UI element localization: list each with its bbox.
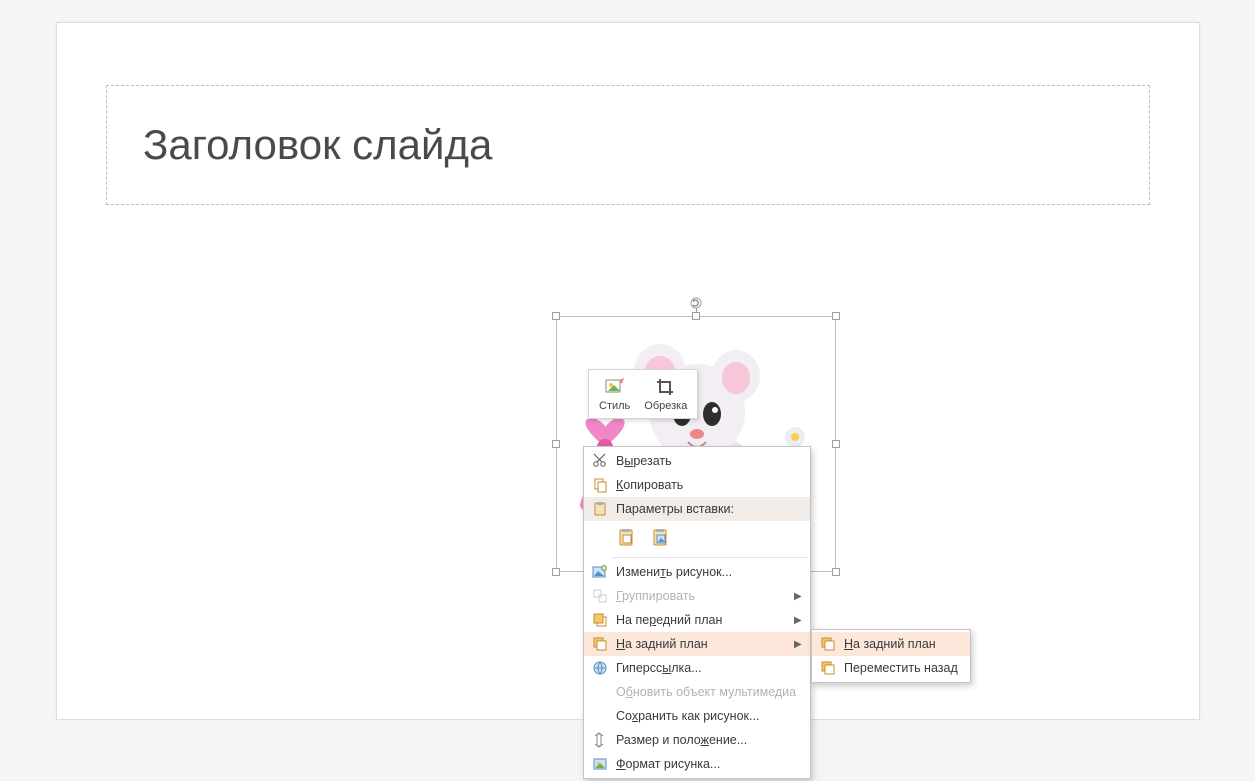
send-back-icon: [818, 635, 838, 653]
hyperlink-icon: [590, 659, 610, 677]
menu-cut[interactable]: Вырезать: [584, 449, 810, 473]
context-menu: Вырезать Копировать Параметры вставки: И…: [583, 446, 811, 779]
menu-save-as-picture[interactable]: Сохранить как рисунок...: [584, 704, 810, 728]
resize-handle-nw[interactable]: [552, 312, 560, 320]
send-back-icon: [590, 635, 610, 653]
submenu-arrow-icon: ▶: [794, 639, 804, 650]
resize-handle-w[interactable]: [552, 440, 560, 448]
mini-toolbar: Стиль Обрезка: [588, 369, 698, 419]
style-button[interactable]: Стиль: [595, 374, 634, 414]
submenu-send-backward[interactable]: Переместить назад: [812, 656, 970, 680]
menu-paste-options-label: Параметры вставки:: [616, 502, 804, 516]
menu-change-picture-label: Изменить рисунок...: [616, 565, 804, 579]
menu-copy[interactable]: Копировать: [584, 473, 810, 497]
menu-format-picture[interactable]: Формат рисунка...: [584, 752, 810, 776]
blank-icon: [590, 683, 610, 701]
crop-label: Обрезка: [644, 400, 687, 412]
submenu-send-to-back[interactable]: На задний план: [812, 632, 970, 656]
blank-icon: [590, 707, 610, 725]
format-picture-icon: [590, 755, 610, 773]
menu-bring-to-front[interactable]: На передний план ▶: [584, 608, 810, 632]
menu-hyperlink-label: Гиперссылка...: [616, 661, 804, 675]
menu-update-media-label: Обновить объект мультимедиа: [616, 685, 804, 699]
resize-handle-n[interactable]: [692, 312, 700, 320]
bring-front-icon: [590, 611, 610, 629]
resize-handle-e[interactable]: [832, 440, 840, 448]
submenu-arrow-icon: ▶: [794, 615, 804, 626]
clipboard-icon: [590, 500, 610, 518]
title-text: Заголовок слайда: [143, 121, 492, 169]
title-placeholder[interactable]: Заголовок слайда: [106, 85, 1150, 205]
style-icon: [604, 376, 626, 398]
crop-icon: [655, 376, 677, 398]
menu-cut-label: Вырезать: [616, 454, 804, 468]
size-position-icon: [590, 731, 610, 749]
copy-icon: [590, 476, 610, 494]
rotate-handle[interactable]: [690, 296, 702, 308]
send-backward-icon: [818, 659, 838, 677]
menu-size-position-label: Размер и положение...: [616, 733, 804, 747]
crop-button[interactable]: Обрезка: [640, 374, 691, 414]
resize-handle-se[interactable]: [832, 568, 840, 576]
menu-copy-label: Копировать: [616, 478, 804, 492]
menu-update-media: Обновить объект мультимедиа: [584, 680, 810, 704]
change-picture-icon: [590, 563, 610, 581]
menu-paste-options-header: Параметры вставки:: [584, 497, 810, 521]
submenu-arrow-icon: ▶: [794, 591, 804, 602]
menu-hyperlink[interactable]: Гиперссылка...: [584, 656, 810, 680]
paste-keep-source[interactable]: [614, 525, 640, 551]
menu-format-picture-label: Формат рисунка...: [616, 757, 804, 771]
menu-group-label: Группировать: [616, 589, 794, 603]
group-icon: [590, 587, 610, 605]
menu-change-picture[interactable]: Изменить рисунок...: [584, 560, 810, 584]
menu-bring-front-label: На передний план: [616, 613, 794, 627]
menu-send-back-label: На задний план: [616, 637, 794, 651]
menu-group: Группировать ▶: [584, 584, 810, 608]
submenu-send-backward-label: Переместить назад: [844, 661, 964, 675]
send-to-back-submenu: На задний план Переместить назад: [811, 629, 971, 683]
resize-handle-ne[interactable]: [832, 312, 840, 320]
menu-separator: [612, 557, 808, 558]
resize-handle-sw[interactable]: [552, 568, 560, 576]
menu-size-position[interactable]: Размер и положение...: [584, 728, 810, 752]
paste-options-row: [584, 521, 810, 555]
scissors-icon: [590, 452, 610, 470]
submenu-send-to-back-label: На задний план: [844, 637, 964, 651]
style-label: Стиль: [599, 400, 630, 412]
menu-save-as-picture-label: Сохранить как рисунок...: [616, 709, 804, 723]
paste-picture[interactable]: [648, 525, 674, 551]
menu-send-to-back[interactable]: На задний план ▶: [584, 632, 810, 656]
